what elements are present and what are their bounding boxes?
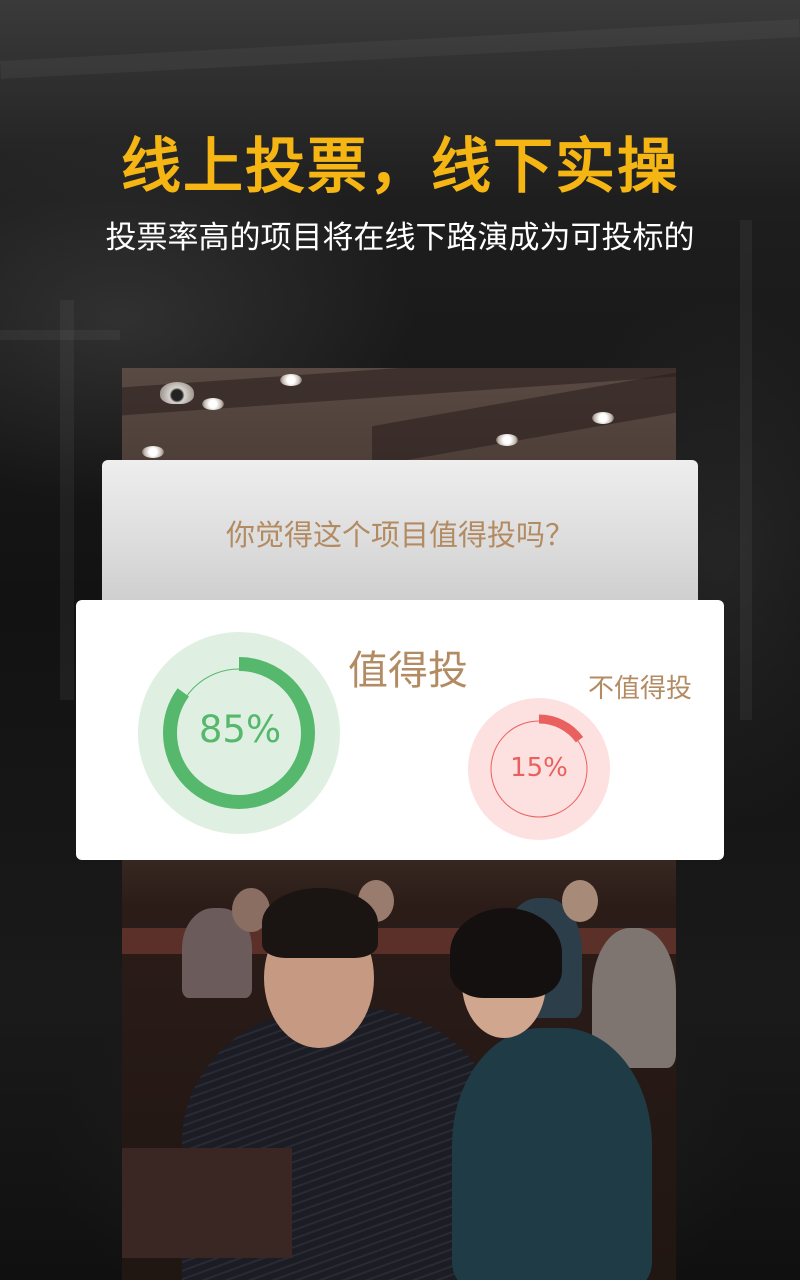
question-text: 你觉得这个项目值得投吗？ — [225, 518, 574, 552]
ceiling-light — [280, 374, 302, 386]
not-worth-investing-percent: 15% — [510, 753, 568, 783]
ceiling-light — [592, 412, 614, 424]
person-head — [562, 880, 598, 922]
ceiling-camera — [160, 382, 194, 404]
background-streak — [0, 330, 120, 340]
ceiling-light — [142, 446, 164, 458]
background-streak — [60, 300, 74, 700]
person-hair — [450, 908, 562, 998]
headline: 线上投票，线下实操 — [121, 132, 679, 202]
worth-investing-percent: 85% — [198, 708, 282, 751]
ceiling-light — [202, 398, 224, 410]
subheadline: 投票率高的项目将在线下路演成为可投标的 — [105, 220, 695, 256]
background-streak — [0, 19, 800, 79]
ceiling-light — [496, 434, 518, 446]
worth-investing-label: 值得投 — [348, 648, 468, 694]
table — [122, 1148, 292, 1258]
person-hair — [262, 888, 378, 958]
person-foreground — [452, 1028, 652, 1280]
background-streak — [740, 220, 752, 720]
